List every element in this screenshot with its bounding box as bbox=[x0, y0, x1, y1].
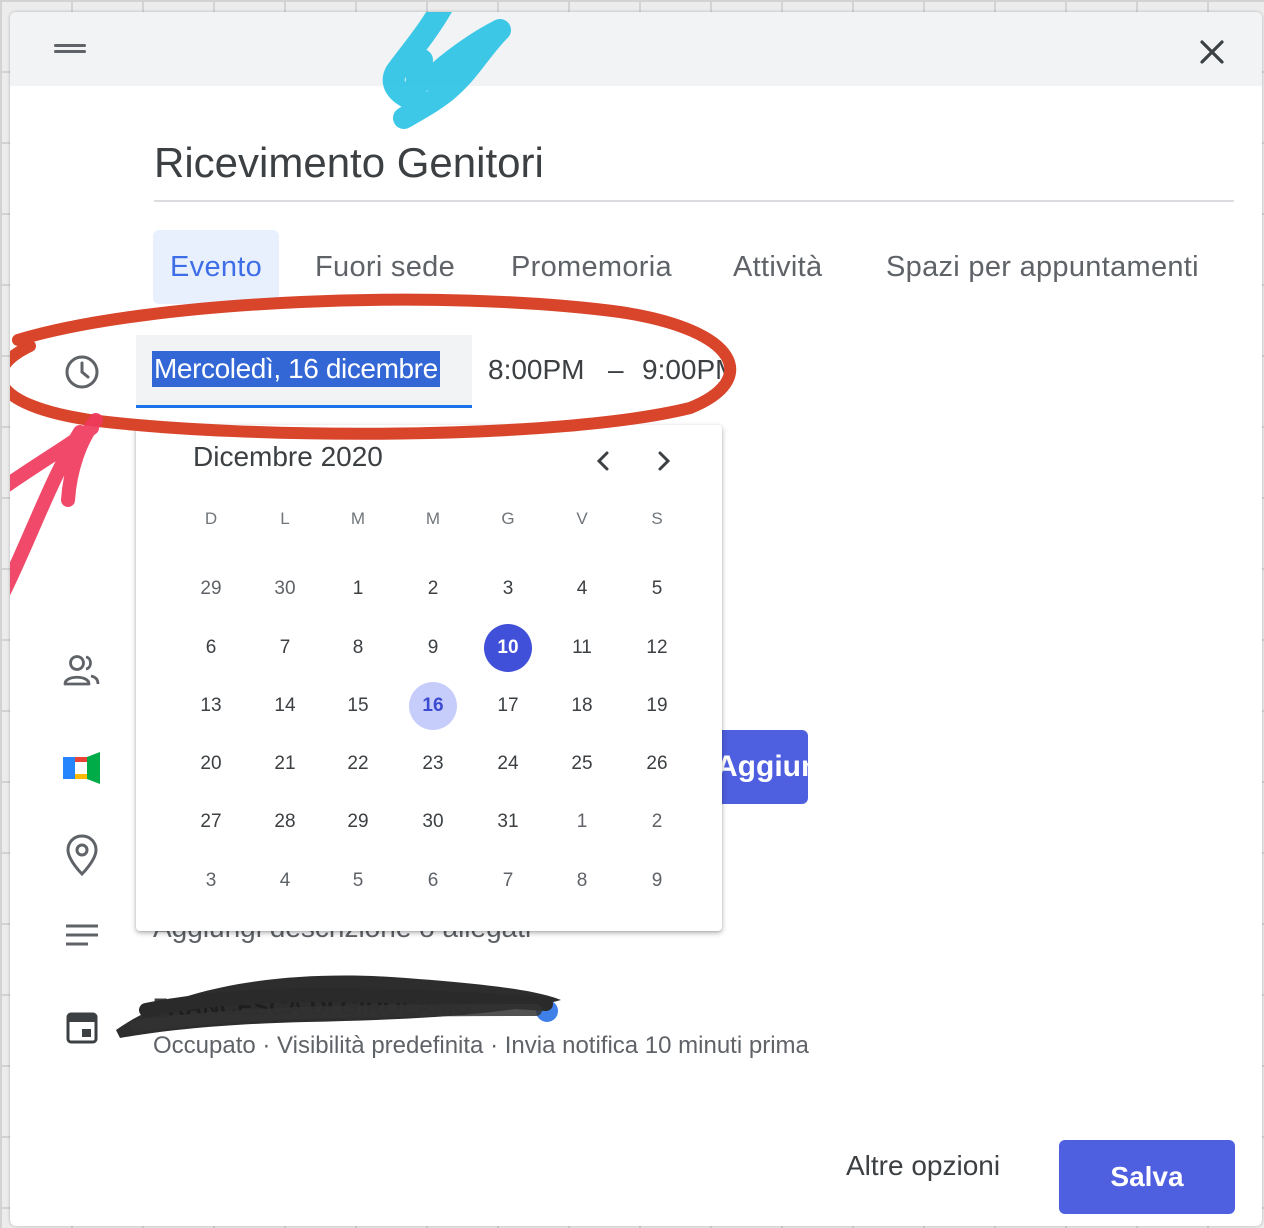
calendar-day[interactable]: 8 bbox=[334, 624, 382, 672]
calendar-day[interactable]: 9 bbox=[409, 624, 457, 672]
drag-handle-icon[interactable] bbox=[54, 40, 86, 58]
calendar-day[interactable]: 4 bbox=[261, 857, 309, 905]
tab-fuori-sede[interactable]: Fuori sede bbox=[315, 230, 455, 304]
calendar-day[interactable]: 3 bbox=[187, 857, 235, 905]
tab-spazi-per-appuntamenti[interactable]: Spazi per appuntamenti bbox=[886, 230, 1199, 304]
calendar-day[interactable]: 4 bbox=[558, 565, 606, 613]
location-pin-icon bbox=[60, 832, 104, 877]
start-time-field[interactable]: 8:00PM bbox=[488, 352, 585, 388]
description-lines-icon bbox=[60, 914, 104, 958]
dialog-header bbox=[10, 12, 1262, 86]
calendar-day[interactable]: 16 bbox=[409, 682, 457, 730]
calendar-day[interactable]: 29 bbox=[187, 565, 235, 613]
calendar-day[interactable]: 1 bbox=[558, 798, 606, 846]
event-title-input[interactable] bbox=[154, 132, 1234, 202]
calendar-month-title: Dicembre 2020 bbox=[193, 441, 383, 472]
calendar-day[interactable]: 19 bbox=[633, 682, 681, 730]
calendar-day[interactable]: 2 bbox=[409, 565, 457, 613]
weekday-header: D bbox=[204, 509, 218, 528]
calendar-day[interactable]: 15 bbox=[334, 682, 382, 730]
calendar-day[interactable]: 22 bbox=[334, 740, 382, 788]
calendar-day[interactable]: 7 bbox=[261, 624, 309, 672]
calendar-day[interactable]: 3 bbox=[484, 565, 532, 613]
weekday-header: G bbox=[501, 509, 515, 528]
selected-date-text: Mercoledì, 16 dicembre bbox=[152, 351, 440, 387]
calendar-day[interactable]: 1 bbox=[334, 565, 382, 613]
calendar-day[interactable]: 18 bbox=[558, 682, 606, 730]
calendar-day[interactable]: 7 bbox=[484, 857, 532, 905]
event-dialog: Evento Fuori sede Promemoria Attività Sp… bbox=[10, 12, 1262, 1226]
calendar-day[interactable]: 12 bbox=[633, 624, 681, 672]
calendar-day[interactable]: 31 bbox=[484, 798, 532, 846]
end-time-field[interactable]: 9:00PM bbox=[642, 352, 726, 388]
calendar-day[interactable]: 9 bbox=[633, 857, 681, 905]
calendar-day[interactable]: 28 bbox=[261, 798, 309, 846]
weekday-header: M bbox=[425, 509, 441, 528]
save-button[interactable]: Salva bbox=[1059, 1140, 1235, 1214]
date-picker-popup: Dicembre 2020 D L M M G V S 29 30 1 2 3 4 5 6 7 8 9 10 11 12… bbox=[136, 425, 722, 931]
calendar-day[interactable]: 14 bbox=[261, 682, 309, 730]
annotation-arrow-left bbox=[10, 413, 103, 596]
calendar-day[interactable]: 2 bbox=[633, 798, 681, 846]
calendar-day[interactable]: 5 bbox=[633, 565, 681, 613]
calendar-day[interactable]: 13 bbox=[187, 682, 235, 730]
people-icon bbox=[60, 648, 104, 692]
calendar-day[interactable]: 6 bbox=[409, 857, 457, 905]
calendar-day[interactable]: 27 bbox=[187, 798, 235, 846]
calendar-day[interactable]: 25 bbox=[558, 740, 606, 788]
calendar-day[interactable]: 24 bbox=[484, 740, 532, 788]
tab-evento[interactable]: Evento bbox=[153, 230, 280, 304]
calendar-day[interactable]: 21 bbox=[261, 740, 309, 788]
calendar-day[interactable]: 29 bbox=[334, 798, 382, 846]
weekday-header: S bbox=[651, 509, 663, 528]
calendar-day[interactable]: 20 bbox=[187, 740, 235, 788]
event-status-line: Occupato · Visibilità predefinita · Invi… bbox=[153, 1032, 809, 1059]
close-button[interactable] bbox=[1194, 34, 1230, 70]
chevron-left-icon bbox=[596, 451, 609, 471]
previous-month-button[interactable] bbox=[583, 441, 623, 481]
calendar-day[interactable]: 8 bbox=[558, 857, 606, 905]
calendar-day[interactable]: 30 bbox=[261, 565, 309, 613]
calendar-day[interactable]: 23 bbox=[409, 740, 457, 788]
date-picker-field[interactable]: Mercoledì, 16 dicembre bbox=[136, 335, 472, 408]
close-icon bbox=[1200, 40, 1224, 64]
clock-icon bbox=[60, 350, 104, 394]
tab-attivita[interactable]: Attività bbox=[733, 230, 822, 304]
calendar-day[interactable]: 30 bbox=[409, 798, 457, 846]
weekday-header: V bbox=[576, 509, 588, 528]
more-options-button[interactable]: Altre opzioni bbox=[846, 1150, 1000, 1182]
calendar-day[interactable]: 5 bbox=[334, 857, 382, 905]
add-meet-button-label: Aggiungi videoconferenza di Google Meet bbox=[716, 750, 808, 783]
time-separator: – bbox=[608, 354, 624, 385]
chevron-right-icon bbox=[658, 451, 671, 471]
calendar-day[interactable]: 26 bbox=[633, 740, 681, 788]
tab-promemoria[interactable]: Promemoria bbox=[511, 230, 672, 304]
weekday-header: M bbox=[350, 509, 366, 528]
weekday-header: L bbox=[280, 509, 290, 528]
google-meet-icon bbox=[60, 746, 104, 790]
calendar-color-dot bbox=[536, 1000, 558, 1022]
calendar-day[interactable]: 11 bbox=[558, 624, 606, 672]
calendar-icon bbox=[60, 1006, 104, 1050]
next-month-button[interactable] bbox=[644, 441, 684, 481]
calendar-day[interactable]: 10 bbox=[484, 624, 532, 672]
calendar-owner-name: FRANCESCA DI GIROLAMO bbox=[153, 994, 473, 1021]
calendar-day[interactable]: 17 bbox=[484, 682, 532, 730]
calendar-day[interactable]: 6 bbox=[187, 624, 235, 672]
